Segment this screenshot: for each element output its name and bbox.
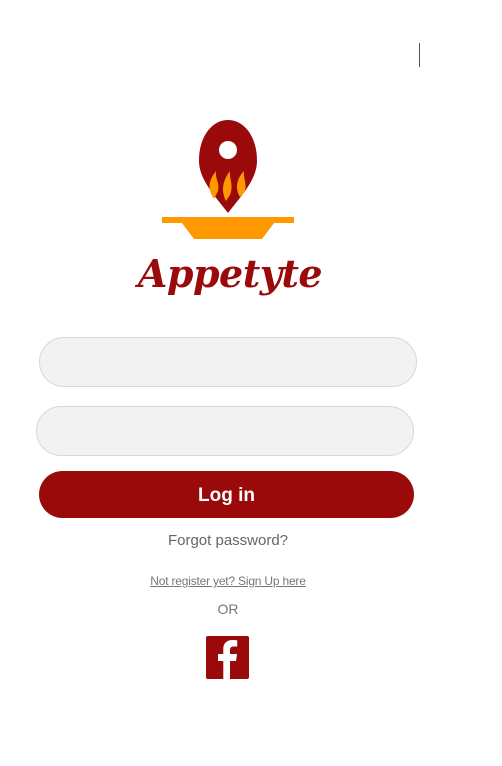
username-input[interactable] [39,337,417,387]
login-button[interactable]: Log in [39,471,414,518]
status-bar-mark [419,43,420,67]
signup-link[interactable]: Not register yet? Sign Up here [100,574,356,588]
password-input[interactable] [36,406,414,456]
map-pin-icon [199,120,257,213]
forgot-password-link[interactable]: Forgot password? [100,532,356,549]
facebook-login-button[interactable] [206,636,249,679]
brand-name: Appetyte [137,251,323,296]
app-logo [162,117,294,241]
or-divider: OR [217,601,239,617]
facebook-icon [218,640,238,679]
